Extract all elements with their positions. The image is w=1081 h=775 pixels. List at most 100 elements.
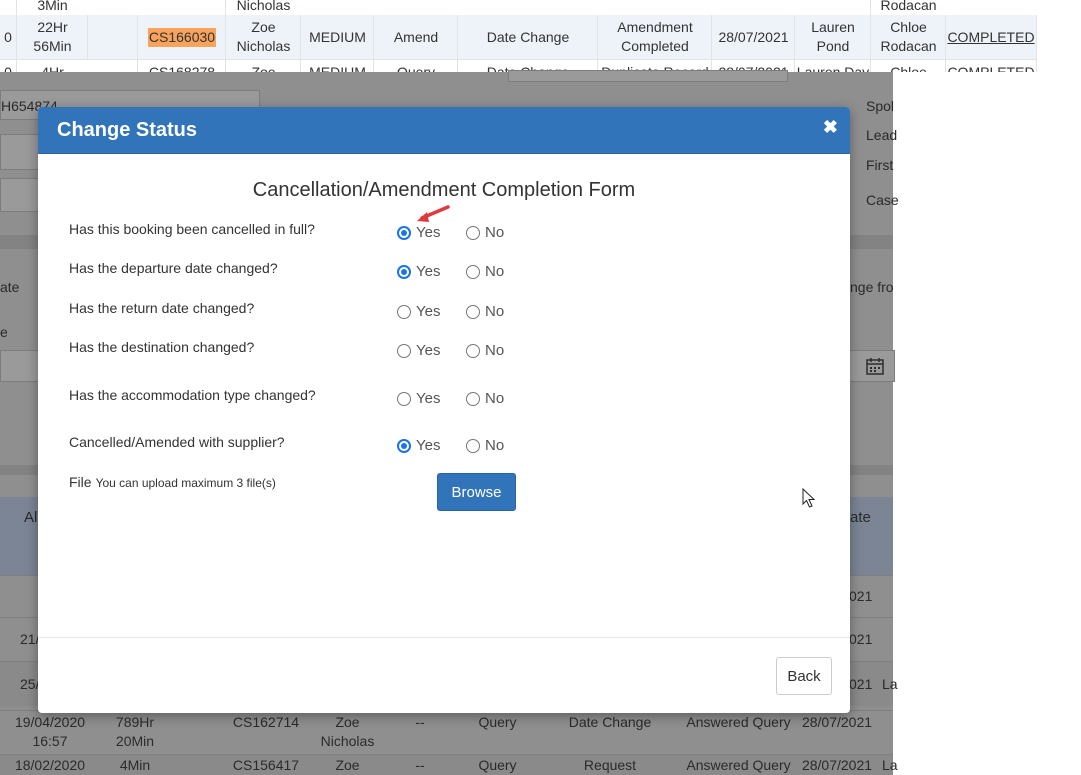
label-dimmed: Lead — [866, 127, 898, 143]
label-dimmed: Case — [866, 192, 899, 208]
table-cell: 28/07/2021 — [801, 757, 873, 773]
case-id-highlight[interactable]: CS166030 — [147, 27, 217, 47]
label-dimmed: Spol — [866, 98, 895, 114]
cancelled-in-full-no[interactable]: No — [466, 224, 504, 241]
table-cell: MEDIUM — [300, 15, 374, 59]
table-cell: 021 — [849, 588, 873, 604]
radio-yes[interactable] — [397, 264, 411, 279]
table-cell: Lauren Day — [794, 59, 871, 72]
input-dimmed — [0, 134, 42, 170]
radio-no[interactable] — [466, 438, 480, 453]
column-header-dimmed: Al — [24, 509, 38, 526]
table-cell: 18/02/2020 — [14, 757, 86, 773]
table-cell: 19/04/2020 16:57 — [14, 714, 86, 749]
table-cell: Lauren Pond — [794, 15, 871, 59]
destination-yes[interactable]: Yes — [397, 342, 440, 359]
question-cancelled-in-full: Has this booking been cancelled in full? — [69, 221, 315, 237]
table-cell: 28/07/2021 — [711, 15, 795, 59]
table-cell: 021 — [849, 676, 873, 692]
label-dimmed: nge fro — [850, 279, 894, 295]
return-date-no[interactable]: No — [466, 303, 504, 320]
table-cell: CS166030 — [137, 15, 226, 59]
table-cell: Zoe — [335, 757, 360, 773]
option-label: No — [485, 390, 505, 407]
input-dimmed — [508, 70, 788, 82]
change-status-modal: Change Status ✖ Cancellation/Amendment C… — [38, 107, 850, 713]
table-row: 3Min Nicholas Rodacan — [0, 0, 1036, 16]
radio-yes[interactable] — [397, 391, 411, 406]
table-cell: La — [882, 676, 898, 692]
option-label: Yes — [416, 263, 441, 280]
table-cell: La — [882, 757, 898, 773]
table-cell: 21/ — [20, 631, 40, 647]
return-date-yes[interactable]: Yes — [397, 303, 440, 320]
table-cell: -- — [415, 757, 425, 773]
table-cell: COMPLETED — [945, 59, 1037, 72]
table-cell: 021 — [849, 631, 873, 647]
radio-no[interactable] — [466, 225, 480, 240]
table-cell: Zoe — [225, 59, 301, 72]
table-cell: Nicholas — [225, 0, 301, 15]
table-cell: -- — [415, 714, 425, 730]
modal-header: Change Status ✖ — [38, 107, 850, 154]
question-return-date: Has the return date changed? — [69, 300, 255, 316]
question-supplier: Cancelled/Amended with supplier? — [69, 434, 285, 450]
radio-yes[interactable] — [397, 438, 411, 453]
accommodation-type-yes[interactable]: Yes — [397, 390, 440, 407]
supplier-yes[interactable]: Yes — [397, 437, 440, 454]
back-button[interactable]: Back — [776, 657, 832, 695]
table-cell: Query — [478, 757, 517, 773]
radio-no[interactable] — [466, 343, 480, 358]
table-cell: CS156417 — [232, 757, 300, 773]
option-label: Yes — [416, 437, 441, 454]
annotation-arrow-icon — [417, 205, 450, 222]
accommodation-type-no[interactable]: No — [466, 390, 504, 407]
table-cell: Answered Query — [686, 757, 791, 773]
option-label: No — [485, 437, 505, 454]
table-cell: 25/ — [20, 676, 40, 692]
table-cell: 28/07/2021 — [801, 714, 873, 730]
browse-button[interactable]: Browse — [437, 473, 516, 511]
table-cell: Amendment Completed — [597, 15, 712, 59]
form-title: Cancellation/Amendment Completion Form — [252, 179, 636, 201]
table-cell: 0 — [4, 28, 12, 45]
file-hint: You can upload maximum 3 file(s) — [95, 476, 276, 490]
background-table-top: 3Min Nicholas Rodacan 0 22Hr 56Min CS166… — [0, 0, 1081, 72]
calendar-icon — [866, 358, 884, 375]
close-icon[interactable]: ✖ — [823, 117, 838, 138]
file-label-text: File — [69, 474, 92, 490]
table-cell: Rodacan — [870, 0, 946, 15]
option-label: No — [485, 342, 505, 359]
table-row: 19/04/2020 16:57 789Hr 20Min CS162714 Zo… — [0, 710, 893, 755]
option-label: Yes — [416, 224, 441, 241]
supplier-no[interactable]: No — [466, 437, 504, 454]
radio-no[interactable] — [466, 391, 480, 406]
cancelled-in-full-yes[interactable]: Yes — [397, 224, 440, 241]
destination-no[interactable]: No — [466, 342, 504, 359]
departure-date-no[interactable]: No — [466, 263, 504, 280]
table-cell: 0 — [4, 64, 12, 72]
option-label: No — [485, 224, 505, 241]
radio-yes[interactable] — [397, 225, 411, 240]
radio-yes[interactable] — [397, 343, 411, 358]
table-cell: MEDIUM — [300, 59, 374, 72]
table-cell: 3Min — [16, 0, 88, 15]
table-cell: Zoe Nicholas — [225, 15, 301, 59]
radio-no[interactable] — [466, 264, 480, 279]
table-row[interactable]: 0 22Hr 56Min CS166030 Zoe Nicholas MEDIU… — [0, 15, 1037, 60]
radio-yes[interactable] — [397, 304, 411, 319]
radio-no[interactable] — [466, 304, 480, 319]
table-row: 18/02/2020 4Min CS156417 Zoe -- Query Re… — [0, 754, 898, 775]
option-label: No — [485, 303, 505, 320]
input-dimmed — [0, 178, 42, 212]
table-cell: Chloe Rodacan — [870, 15, 946, 59]
file-label: File You can upload maximum 3 file(s) — [69, 474, 276, 490]
modal-title: Change Status — [57, 119, 198, 141]
modal-footer-divider — [38, 637, 850, 638]
table-cell: 4Min — [119, 757, 151, 773]
table-cell: Query — [478, 714, 517, 730]
status-link[interactable]: COMPLETED — [947, 28, 1034, 47]
table-cell: Chloe — [870, 59, 946, 72]
departure-date-yes[interactable]: Yes — [397, 263, 440, 280]
question-destination: Has the destination changed? — [69, 339, 255, 355]
